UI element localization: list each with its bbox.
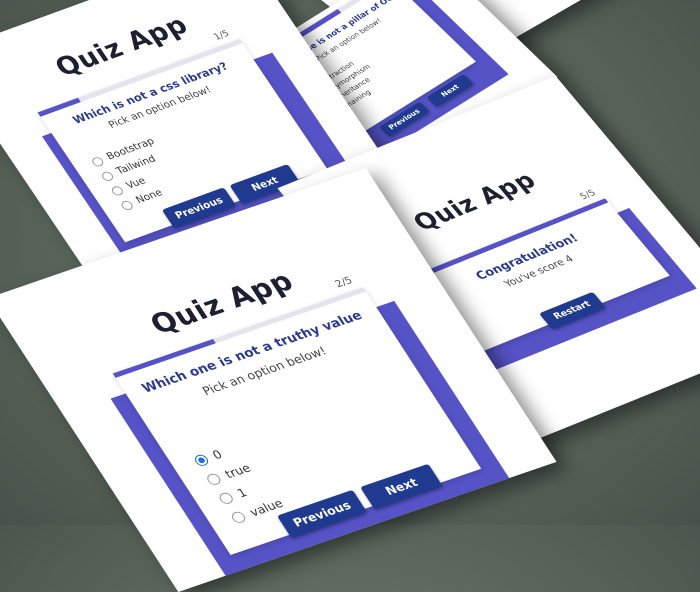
question-counter: 5/5 <box>578 188 599 203</box>
options-list: 0 true 1 value <box>190 436 288 529</box>
radio-button[interactable] <box>204 472 223 487</box>
radio-button-checked[interactable] <box>192 453 211 468</box>
option-label: None <box>134 187 165 206</box>
options-list: Bootstrap Tailwind Vue None <box>88 134 188 214</box>
radio-button[interactable] <box>229 510 248 525</box>
option-label: 0 <box>209 447 225 463</box>
radio-button[interactable] <box>99 169 115 182</box>
radio-button[interactable] <box>109 184 125 197</box>
radio-button[interactable] <box>119 199 135 211</box>
hint-text: Pick an option below! <box>106 84 214 131</box>
question-counter: 1/5 <box>212 29 232 43</box>
radio-button[interactable] <box>89 155 106 168</box>
radio-button[interactable] <box>217 491 236 506</box>
option-label: 1 <box>234 485 250 501</box>
